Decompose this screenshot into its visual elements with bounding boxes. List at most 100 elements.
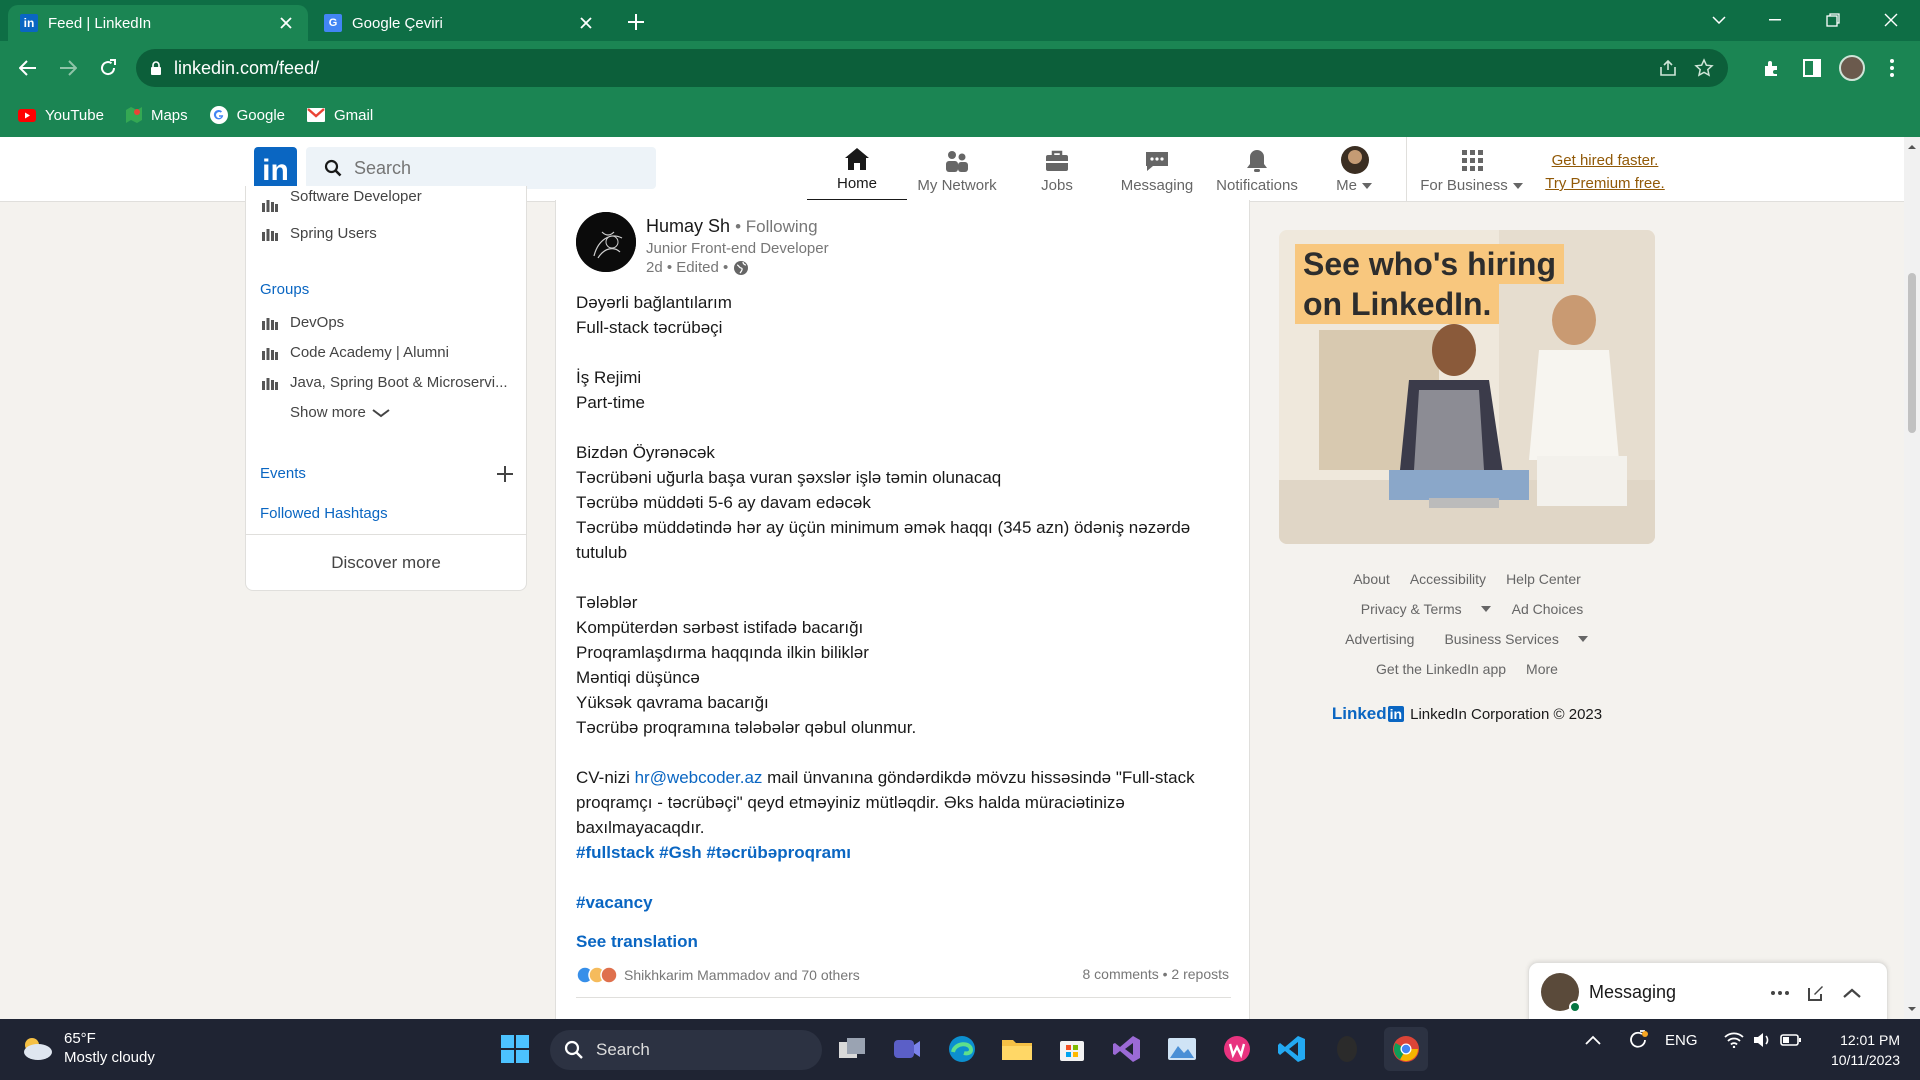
followed-hashtags-link[interactable]: Followed Hashtags — [260, 505, 388, 522]
bookmark-google[interactable]: Google — [209, 106, 285, 124]
edge-icon[interactable] — [944, 1031, 980, 1067]
left-item-label: Code Academy | Alumni — [290, 344, 449, 361]
file-explorer-icon[interactable] — [999, 1031, 1035, 1067]
close-tab-icon[interactable] — [276, 13, 296, 33]
footer-link-help-center[interactable]: Help Center — [1506, 571, 1581, 587]
footer-link-accessibility[interactable]: Accessibility — [1410, 571, 1486, 587]
extensions-icon[interactable] — [1756, 52, 1788, 84]
share-icon[interactable] — [1658, 58, 1678, 78]
app-w-icon[interactable] — [1219, 1031, 1255, 1067]
footer-link-ad-choices[interactable]: Ad Choices — [1512, 601, 1584, 617]
minimize-icon[interactable] — [1746, 0, 1804, 40]
left-item-java-spring[interactable]: Java, Spring Boot & Microservi... — [262, 374, 508, 391]
groups-heading[interactable]: Groups — [260, 281, 309, 298]
group-icon — [262, 198, 278, 212]
compose-icon[interactable] — [1802, 979, 1830, 1007]
hiring-ad[interactable]: See who's hiring on LinkedIn. — [1279, 230, 1655, 544]
hashtag-vacancy[interactable]: #vacancy — [576, 890, 1236, 915]
tab-google-translate[interactable]: G Google Çeviri — [312, 5, 608, 41]
nav-for-business[interactable]: For Business — [1415, 137, 1530, 201]
tab-title: Feed | LinkedIn — [48, 14, 152, 32]
photos-icon[interactable] — [1164, 1031, 1200, 1067]
system-clock[interactable]: 12:01 PM 10/11/2023 — [1831, 1030, 1900, 1070]
nav-messaging[interactable]: Messaging — [1107, 137, 1207, 201]
hashtag-links[interactable]: #fullstack #Gsh #təcrübəproqramı — [576, 840, 1236, 865]
left-item-spring-users[interactable]: Spring Users — [262, 225, 377, 242]
messaging-overlay[interactable]: Messaging — [1528, 962, 1888, 1022]
comment-repost-counts[interactable]: 8 comments • 2 reposts — [1082, 966, 1229, 982]
nav-me[interactable]: Me — [1307, 137, 1403, 201]
events-link[interactable]: Events — [260, 465, 306, 482]
nav-home[interactable]: Home — [807, 137, 907, 201]
weather-widget[interactable]: 65°F Mostly cloudy — [20, 1029, 155, 1067]
bookmark-maps[interactable]: Maps — [125, 106, 188, 124]
address-bar[interactable]: linkedin.com/feed/ — [136, 49, 1728, 87]
restore-icon[interactable] — [1804, 0, 1862, 40]
nav-jobs[interactable]: Jobs — [1007, 137, 1107, 201]
see-translation-button[interactable]: See translation — [576, 932, 698, 952]
footer-link-advertising[interactable]: Advertising — [1345, 631, 1414, 647]
back-icon[interactable] — [12, 52, 44, 84]
left-item-software-developer[interactable]: Software Developer — [262, 188, 422, 213]
footer-link-business-services[interactable]: Business Services — [1434, 631, 1588, 647]
linkedin-logo[interactable]: in — [254, 147, 297, 190]
left-item-code-academy[interactable]: Code Academy | Alumni — [262, 344, 449, 361]
tab-search-chevron-icon[interactable] — [1690, 0, 1748, 40]
footer-link-more[interactable]: More — [1526, 661, 1558, 677]
footer-link-about[interactable]: About — [1353, 571, 1390, 587]
caret-down-icon — [1480, 606, 1491, 612]
vscode-icon[interactable] — [1274, 1031, 1310, 1067]
reactions-summary[interactable]: Shikhkarim Mammadov and 70 others — [576, 966, 860, 984]
search-input[interactable] — [354, 157, 634, 179]
sync-icon[interactable] — [1627, 1029, 1649, 1051]
close-tab-icon[interactable] — [576, 13, 596, 33]
author-avatar[interactable] — [576, 212, 636, 272]
task-view-icon[interactable] — [834, 1031, 870, 1067]
page-scrollbar[interactable] — [1904, 137, 1920, 1019]
volume-icon[interactable] — [1752, 1032, 1772, 1048]
bookmark-star-icon[interactable] — [1694, 58, 1714, 78]
premium-upsell-link[interactable]: Get hired faster. Try Premium free. — [1540, 149, 1670, 195]
scroll-down-arrow-icon[interactable] — [1904, 1003, 1920, 1015]
chrome-icon[interactable] — [1384, 1027, 1428, 1071]
chrome-menu-icon[interactable] — [1876, 52, 1908, 84]
forward-icon[interactable] — [52, 52, 84, 84]
search-box[interactable] — [306, 147, 656, 189]
profile-avatar[interactable] — [1836, 52, 1868, 84]
nav-notifications[interactable]: Notifications — [1207, 137, 1307, 201]
nav-my-network[interactable]: My Network — [907, 137, 1007, 201]
teams-meet-icon[interactable] — [889, 1031, 925, 1067]
bookmark-youtube[interactable]: YouTube — [18, 107, 104, 124]
language-indicator[interactable]: ENG — [1665, 1032, 1698, 1049]
author-name[interactable]: Humay Sh — [646, 216, 730, 236]
taskbar-search[interactable]: Search — [550, 1030, 822, 1070]
footer-link-get-app[interactable]: Get the LinkedIn app — [1376, 661, 1506, 677]
app-shield-icon[interactable] — [1329, 1031, 1365, 1067]
scroll-up-arrow-icon[interactable] — [1904, 141, 1920, 153]
new-tab-icon[interactable] — [624, 10, 648, 34]
close-window-icon[interactable] — [1862, 0, 1920, 40]
chevron-up-icon[interactable] — [1838, 979, 1866, 1007]
battery-icon[interactable] — [1779, 1033, 1802, 1047]
footer-link-privacy[interactable]: Privacy & Terms — [1351, 601, 1492, 617]
group-icon — [262, 316, 278, 330]
side-panel-icon[interactable] — [1796, 52, 1828, 84]
windows-start-icon[interactable] — [497, 1031, 533, 1067]
discover-more-button[interactable]: Discover more — [246, 534, 526, 590]
scroll-thumb[interactable] — [1908, 273, 1916, 433]
visual-studio-icon[interactable] — [1109, 1031, 1145, 1067]
wifi-icon[interactable] — [1723, 1032, 1744, 1048]
email-link[interactable]: hr@webcoder.az — [635, 768, 763, 787]
microsoft-store-icon[interactable] — [1054, 1031, 1090, 1067]
tab-linkedin[interactable]: in Feed | LinkedIn — [8, 5, 308, 41]
left-item-devops[interactable]: DevOps — [262, 314, 344, 331]
home-icon — [843, 146, 871, 172]
bookmark-label: YouTube — [45, 106, 104, 124]
bookmark-gmail[interactable]: Gmail — [307, 107, 373, 124]
more-options-icon[interactable] — [1766, 979, 1794, 1007]
add-event-icon[interactable] — [496, 465, 514, 483]
chevron-up-icon[interactable] — [1585, 1035, 1601, 1045]
reload-icon[interactable] — [92, 52, 124, 84]
show-more-label: Show more — [290, 404, 366, 421]
show-more-button[interactable]: Show more — [290, 404, 390, 421]
